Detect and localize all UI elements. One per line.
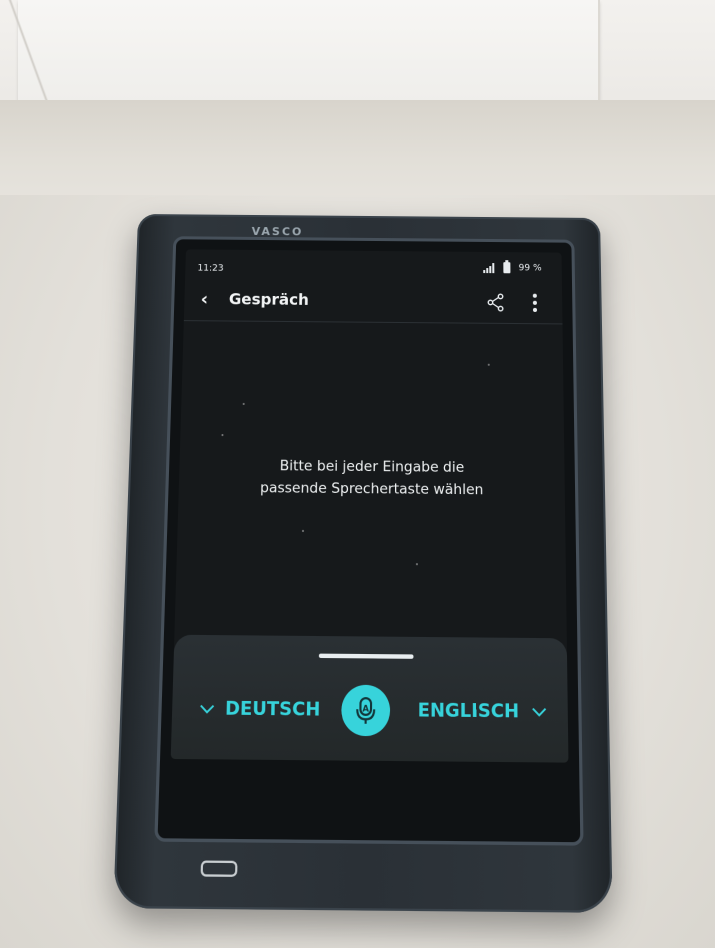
- microphone-icon: A: [352, 695, 380, 726]
- conversation-area: Bitte bei jeder Eingabe die passende Spr…: [174, 322, 567, 643]
- drag-handle[interactable]: [319, 654, 414, 659]
- instruction-text: Bitte bei jeder Eingabe die passende Spr…: [178, 455, 564, 503]
- target-language-label: ENGLISCH: [418, 700, 520, 723]
- language-panel: DEUTSCH A ENGLISCH: [171, 635, 569, 763]
- device-port: [201, 860, 238, 876]
- app-bar: ‹ Gespräch: [184, 280, 563, 325]
- page-title: Gespräch: [229, 290, 309, 309]
- svg-text:A: A: [362, 704, 370, 714]
- translator-device: VASCO 11:23 99 % ‹ Gespräch Bitte bei je…: [113, 214, 612, 913]
- chevron-left-icon[interactable]: ‹: [200, 292, 217, 308]
- dust-speck: [416, 563, 418, 565]
- screen-bezel: 11:23 99 % ‹ Gespräch Bitte bei jeder Ei…: [154, 236, 583, 845]
- status-time: 11:23: [197, 264, 223, 274]
- share-icon[interactable]: [485, 292, 505, 312]
- dust-speck: [488, 364, 490, 366]
- chevron-down-icon: [200, 703, 215, 714]
- instruction-line-2: passende Sprechertaste wählen: [178, 477, 564, 503]
- screen-lower-glass: [169, 763, 570, 830]
- background-wall: [0, 0, 715, 110]
- source-language-label: DEUTSCH: [225, 698, 321, 721]
- dust-speck: [243, 403, 245, 405]
- wall-edge: [0, 0, 60, 110]
- source-language-selector[interactable]: DEUTSCH: [199, 683, 321, 735]
- status-icons: 99 %: [483, 262, 541, 274]
- more-vertical-icon[interactable]: [530, 292, 540, 314]
- microphone-button[interactable]: A: [341, 685, 390, 737]
- chevron-down-icon: [532, 706, 547, 717]
- background-ledge: [0, 100, 715, 200]
- battery-percent: 99 %: [519, 263, 542, 273]
- wall-panel: [18, 0, 600, 102]
- status-bar: 11:23 99 %: [185, 249, 562, 280]
- dust-speck: [221, 434, 223, 436]
- target-language-selector[interactable]: ENGLISCH: [418, 685, 547, 737]
- dust-speck: [302, 530, 304, 532]
- signal-icon: [483, 262, 495, 272]
- language-row: DEUTSCH A ENGLISCH: [171, 683, 568, 738]
- device-screen: 11:23 99 % ‹ Gespräch Bitte bei jeder Ei…: [171, 249, 569, 762]
- battery-icon: [503, 262, 510, 273]
